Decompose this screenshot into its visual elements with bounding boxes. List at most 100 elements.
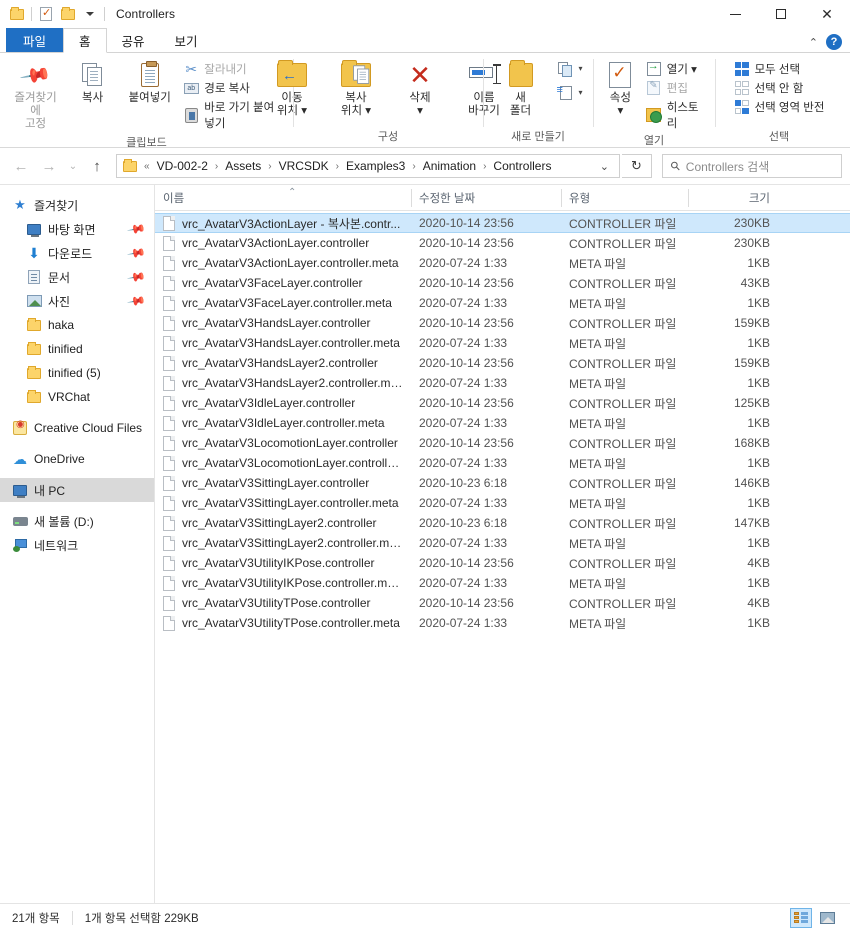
breadcrumb-item-1[interactable]: Assets [221, 157, 265, 175]
forward-arrow-icon[interactable]: → [36, 153, 62, 179]
tab-view[interactable]: 보기 [160, 28, 213, 53]
qat-properties-icon[interactable] [35, 3, 57, 25]
search-input[interactable]: ⚲ Controllers 검색 [662, 154, 842, 178]
pin-icon-pictures[interactable]: 📌 [126, 291, 146, 311]
sidebar-item-downloads[interactable]: ⬇ 다운로드 📌 [0, 241, 154, 265]
sidebar-item-pictures[interactable]: 사진 📌 [0, 289, 154, 313]
table-row[interactable]: vrc_AvatarV3HandsLayer.controller.meta 20… [155, 333, 850, 353]
table-row[interactable]: vrc_AvatarV3FaceLayer.controller.meta 202… [155, 293, 850, 313]
column-header-size[interactable]: 크기 [688, 185, 778, 211]
refresh-icon[interactable]: ↻ [622, 154, 652, 178]
table-row[interactable]: vrc_AvatarV3LocomotionLayer.controller..… [155, 453, 850, 473]
sidebar-item-documents[interactable]: 문서 📌 [0, 265, 154, 289]
new-item-caret-icon[interactable]: ▾ [579, 65, 583, 73]
breadcrumb-overflow[interactable]: « [143, 161, 151, 172]
properties-button[interactable]: 속성▾ [601, 57, 640, 121]
ribbon-group-open: 속성▾ 열기 ▾ 편집 히스토리 열기 [593, 53, 715, 147]
pin-icon-desktop[interactable]: 📌 [126, 219, 146, 239]
qat-new-folder-icon[interactable] [57, 3, 79, 25]
tab-share[interactable]: 공유 [107, 28, 160, 53]
delete-button[interactable]: ✕ 삭제 ▾ [389, 57, 451, 121]
breadcrumb-sep-4[interactable]: › [482, 161, 487, 172]
open-button[interactable]: 열기 ▾ [642, 60, 707, 78]
breadcrumb-item-2[interactable]: VRCSDK [275, 157, 333, 175]
up-arrow-icon[interactable]: ↑ [84, 153, 110, 179]
sidebar-item-favorites[interactable]: ★ 즐겨찾기 [0, 193, 154, 217]
table-row[interactable]: vrc_AvatarV3ActionLayer.controller 2020-1… [155, 233, 850, 253]
table-row[interactable]: vrc_AvatarV3LocomotionLayer.controller 20… [155, 433, 850, 453]
table-row[interactable]: vrc_AvatarV3HandsLayer2.controller 2020-1… [155, 353, 850, 373]
table-row[interactable]: vrc_AvatarV3IdleLayer.controller 2020-10-… [155, 393, 850, 413]
pin-to-quick-access-button[interactable]: 📌 즐겨찾기에 고정 [8, 57, 63, 134]
paste-button[interactable]: 붙여넣기 [122, 57, 177, 108]
edit-button[interactable]: 편집 [642, 79, 707, 97]
table-row[interactable]: vrc_AvatarV3IdleLayer.controller.meta 202… [155, 413, 850, 433]
new-item-button[interactable]: ▾ [554, 60, 587, 78]
breadcrumb-item-3[interactable]: Examples3 [342, 157, 409, 175]
move-to-button[interactable]: ← 이동 위치 ▾ [261, 57, 323, 121]
close-button[interactable]: ✕ [804, 0, 850, 28]
sidebar-item-this-pc[interactable]: 내 PC [0, 478, 154, 502]
tab-home[interactable]: 홈 [63, 28, 107, 53]
table-row[interactable]: vrc_AvatarV3HandsLayer.controller 2020-10… [155, 313, 850, 333]
pin-icon-downloads[interactable]: 📌 [126, 243, 146, 263]
breadcrumb-sep-2[interactable]: › [335, 161, 340, 172]
table-row[interactable]: vrc_AvatarV3SittingLayer2.controller 2020… [155, 513, 850, 533]
table-row[interactable]: vrc_AvatarV3SittingLayer.controller 2020-… [155, 473, 850, 493]
column-header-date[interactable]: 수정한 날짜 [411, 185, 561, 211]
tab-file[interactable]: 파일 [6, 28, 64, 53]
qat-folder-icon[interactable] [6, 3, 28, 25]
table-row[interactable]: vrc_AvatarV3HandsLayer2.controller.meta 2… [155, 373, 850, 393]
column-header-name[interactable]: 이름 ⌃ [155, 185, 411, 211]
table-row[interactable]: vrc_AvatarV3ActionLayer - 복사본.contr... 20… [155, 213, 850, 233]
breadcrumb-sep-0[interactable]: › [214, 161, 219, 172]
sidebar-item-tinified[interactable]: tinified [0, 337, 154, 361]
edit-label: 편집 [666, 83, 688, 95]
history-button[interactable]: 히스토리 [642, 98, 707, 132]
sidebar-item-tinified-5[interactable]: tinified (5) [0, 361, 154, 385]
select-none-button[interactable]: 선택 안 함 [730, 79, 829, 97]
maximize-button[interactable] [758, 0, 804, 28]
recent-locations-chevron-down-icon[interactable]: ⌄ [64, 153, 82, 179]
minimize-button[interactable] [712, 0, 758, 28]
sidebar-item-network[interactable]: 네트워크 [0, 533, 154, 557]
breadcrumb-chevron-down-icon[interactable]: ⌄ [594, 160, 615, 173]
breadcrumb-sep-3[interactable]: › [411, 161, 416, 172]
pin-icon-documents[interactable]: 📌 [126, 267, 146, 287]
select-all-button[interactable]: 모두 선택 [730, 60, 829, 78]
sidebar-item-onedrive[interactable]: ☁ OneDrive [0, 447, 154, 471]
details-view-icon[interactable] [790, 907, 812, 928]
cell-size: 1KB [747, 456, 770, 470]
table-row[interactable]: vrc_AvatarV3ActionLayer.controller.meta 2… [155, 253, 850, 273]
column-header-type[interactable]: 유형 [561, 185, 688, 211]
breadcrumb-item-5[interactable]: Controllers [489, 157, 555, 175]
sidebar-item-vrchat[interactable]: VRChat [0, 385, 154, 409]
breadcrumb[interactable]: « VD-002-2 › Assets › VRCSDK › Examples3… [116, 154, 620, 178]
invert-selection-button[interactable]: 선택 영역 반전 [730, 98, 829, 116]
file-name: vrc_AvatarV3IdleLayer.controller.meta [182, 416, 385, 430]
table-row[interactable]: vrc_AvatarV3UtilityTPose.controller.meta… [155, 613, 850, 633]
easy-access-caret-icon[interactable]: ▾ [579, 89, 583, 97]
back-arrow-icon[interactable]: ← [8, 153, 34, 179]
breadcrumb-item-0[interactable]: VD-002-2 [153, 157, 212, 175]
sidebar-item-new-volume-d[interactable]: 새 볼륨 (D:) [0, 509, 154, 533]
easy-access-button[interactable]: ▾ [554, 84, 587, 102]
sidebar-item-haka[interactable]: haka [0, 313, 154, 337]
help-icon[interactable]: ? [826, 34, 842, 50]
table-row[interactable]: vrc_AvatarV3SittingLayer.controller.meta… [155, 493, 850, 513]
chevron-up-icon[interactable]: ⌃ [809, 36, 818, 49]
breadcrumb-item-4[interactable]: Animation [419, 157, 480, 175]
sidebar-item-creative-cloud-files[interactable]: Creative Cloud Files [0, 416, 154, 440]
copy-to-button[interactable]: 복사 위치 ▾ [325, 57, 387, 121]
table-row[interactable]: vrc_AvatarV3SittingLayer2.controller.met… [155, 533, 850, 553]
new-folder-button[interactable]: 새 폴더 [490, 57, 552, 121]
large-icons-view-icon[interactable] [816, 908, 838, 928]
table-row[interactable]: vrc_AvatarV3UtilityIKPose.controller.met… [155, 573, 850, 593]
table-row[interactable]: vrc_AvatarV3FaceLayer.controller 2020-10-… [155, 273, 850, 293]
sidebar-item-desktop[interactable]: 바탕 화면 📌 [0, 217, 154, 241]
table-row[interactable]: vrc_AvatarV3UtilityIKPose.controller 2020… [155, 553, 850, 573]
table-row[interactable]: vrc_AvatarV3UtilityTPose.controller 2020-… [155, 593, 850, 613]
breadcrumb-sep-1[interactable]: › [267, 161, 272, 172]
copy-button[interactable]: 복사 [65, 57, 120, 108]
qat-customize-caret-icon[interactable] [79, 3, 101, 25]
